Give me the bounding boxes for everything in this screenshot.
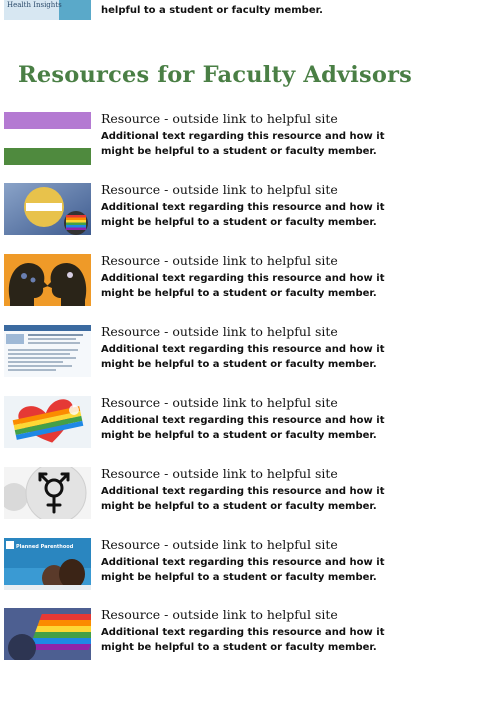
resource-description: Additional text regarding this resource …	[101, 131, 385, 157]
resource-item: Resource - outside link to helpful site …	[0, 607, 493, 663]
resource-description: Additional text regarding this resource …	[101, 557, 385, 583]
planned-parenthood-banner-image[interactable]: Planned Parenthood	[4, 538, 91, 590]
section-heading: Resources for Faculty Advisors	[18, 62, 413, 88]
resource-item: Resource - outside link to helpful site …	[0, 182, 493, 238]
resource-description: Additional text regarding this resource …	[101, 344, 385, 370]
resource-link[interactable]: Resource - outside link to helpful site	[101, 466, 338, 481]
heads-silhouette-image[interactable]	[4, 254, 91, 306]
transgender-symbol-button-image[interactable]	[4, 467, 91, 519]
resource-description: Additional text regarding this resource …	[101, 273, 385, 299]
resource-description: Additional text regarding this resource …	[101, 415, 385, 441]
resource-item: Resource - outside link to helpful site …	[0, 395, 493, 451]
resource-link[interactable]: Resource - outside link to helpful site	[101, 537, 338, 552]
resource-description: Additional text regarding this resource …	[101, 202, 385, 228]
planned-parenthood-logo-text: Planned Parenthood	[16, 544, 74, 550]
resource-description: Additional text regarding this resource …	[101, 627, 385, 653]
top-resource-description: helpful to a student or faculty member.	[101, 5, 323, 16]
pride-buttons-image[interactable]	[4, 183, 91, 235]
resource-item: Resource - outside link to helpful site …	[0, 324, 493, 380]
resource-link[interactable]: Resource - outside link to helpful site	[101, 395, 338, 410]
website-screenshot-image[interactable]	[4, 325, 91, 377]
resource-item: Planned Parenthood Resource - outside li…	[0, 537, 493, 593]
resource-item: Resource - outside link to helpful site …	[0, 253, 493, 309]
resource-link[interactable]: Resource - outside link to helpful site	[101, 324, 338, 339]
resource-description: Additional text regarding this resource …	[101, 486, 385, 512]
resource-link[interactable]: Resource - outside link to helpful site	[101, 253, 338, 268]
resource-link[interactable]: Resource - outside link to helpful site	[101, 182, 338, 197]
purple-green-flag-image[interactable]	[4, 112, 91, 165]
resource-item-top: Health Insights helpful to a student or …	[0, 0, 493, 22]
top-image-caption: Health Insights	[7, 1, 62, 9]
cropped-banner-image[interactable]: Health Insights	[4, 0, 91, 20]
resource-link[interactable]: Resource - outside link to helpful site	[101, 111, 338, 126]
rainbow-flag-image[interactable]	[4, 608, 91, 660]
resource-item: Resource - outside link to helpful site …	[0, 466, 493, 522]
resource-link[interactable]: Resource - outside link to helpful site	[101, 607, 338, 622]
resource-item: Resource - outside link to helpful site …	[0, 111, 493, 167]
rainbow-heart-image[interactable]	[4, 396, 91, 448]
